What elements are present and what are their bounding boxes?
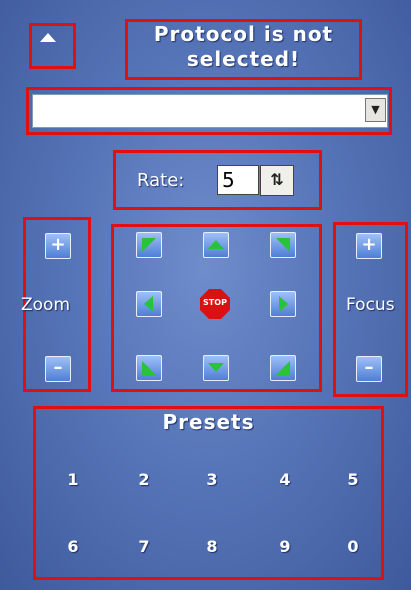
- dropdown-arrow-icon[interactable]: ▼: [365, 98, 386, 122]
- preset-button-1[interactable]: 1: [56, 470, 90, 489]
- rate-label: Rate:: [137, 170, 185, 191]
- pan-right-button[interactable]: [270, 291, 296, 317]
- protocol-select[interactable]: [32, 94, 388, 128]
- preset-button-4[interactable]: 4: [268, 470, 302, 489]
- arrow-down-right-icon: [276, 361, 290, 375]
- focus-near-button[interactable]: +: [356, 233, 382, 259]
- tilt-up-button[interactable]: [203, 232, 229, 258]
- preset-button-0[interactable]: 0: [336, 537, 370, 556]
- zoom-out-button[interactable]: –: [45, 356, 71, 382]
- arrow-right-icon: [279, 296, 288, 312]
- pan-left-button[interactable]: [136, 291, 162, 317]
- preset-button-3[interactable]: 3: [195, 470, 229, 489]
- arrow-down-left-icon: [142, 361, 156, 375]
- rate-spinner-icon[interactable]: ⇅: [260, 165, 294, 196]
- collapse-arrow-icon[interactable]: [40, 33, 56, 42]
- preset-button-9[interactable]: 9: [268, 537, 302, 556]
- pan-up-left-button[interactable]: [136, 232, 162, 258]
- minus-icon: –: [364, 357, 374, 378]
- zoom-in-button[interactable]: +: [45, 233, 71, 259]
- status-title-line1: Protocol is not: [153, 22, 334, 46]
- presets-title: Presets: [162, 410, 255, 434]
- plus-icon: +: [50, 234, 66, 255]
- pan-down-right-button[interactable]: [270, 355, 296, 381]
- plus-icon: +: [361, 234, 377, 255]
- focus-label: Focus: [346, 295, 395, 315]
- pan-up-right-button[interactable]: [270, 232, 296, 258]
- preset-button-2[interactable]: 2: [127, 470, 161, 489]
- arrow-left-icon: [144, 296, 153, 312]
- pan-down-left-button[interactable]: [136, 355, 162, 381]
- arrow-down-icon: [208, 363, 224, 372]
- status-title-line2: selected!: [186, 47, 301, 71]
- preset-button-7[interactable]: 7: [127, 537, 161, 556]
- preset-button-5[interactable]: 5: [336, 470, 370, 489]
- tilt-down-button[interactable]: [203, 355, 229, 381]
- arrow-up-right-icon: [276, 238, 290, 252]
- toggle-highlight: [29, 23, 76, 69]
- zoom-label: Zoom: [21, 295, 71, 315]
- focus-far-button[interactable]: –: [356, 356, 382, 382]
- ptz-control-panel: Protocol is not selected! ▼ Rate: 5 ⇅ + …: [0, 0, 411, 590]
- rate-input[interactable]: 5: [217, 165, 259, 195]
- stop-label: STOP: [203, 298, 227, 307]
- arrow-up-left-icon: [142, 238, 156, 252]
- preset-button-6[interactable]: 6: [56, 537, 90, 556]
- arrow-up-icon: [208, 240, 224, 249]
- minus-icon: –: [53, 357, 63, 378]
- preset-button-8[interactable]: 8: [195, 537, 229, 556]
